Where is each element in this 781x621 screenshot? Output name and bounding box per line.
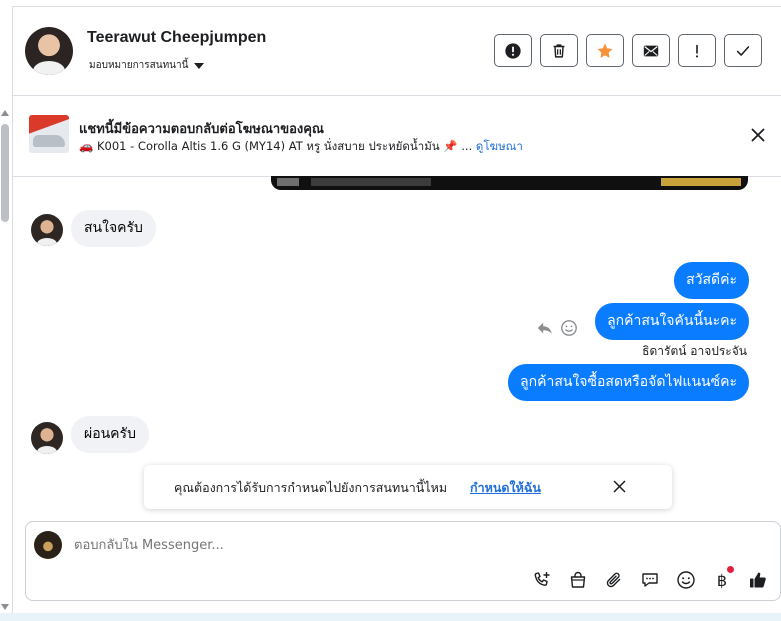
reply-input[interactable] — [74, 538, 474, 553]
envelope-icon — [643, 45, 659, 56]
like-button[interactable] — [746, 568, 770, 592]
shop-button[interactable] — [566, 568, 590, 592]
assign-conversation-label: มอบหมายการสนทนานี้ — [89, 60, 189, 71]
alert-circle-icon — [505, 42, 521, 59]
emoji-button[interactable] — [674, 568, 698, 592]
delete-button[interactable] — [540, 34, 578, 67]
mark-done-button[interactable] — [724, 34, 762, 67]
composer-toolbar: ฿ — [530, 566, 770, 592]
window-bottom-strip — [0, 613, 781, 621]
image-contact-strip — [311, 178, 431, 186]
incoming-message[interactable]: สนใจครับ — [71, 210, 156, 247]
ad-thumbnail[interactable] — [29, 115, 69, 153]
scrollbar-thumb[interactable] — [1, 124, 9, 222]
shopping-bag-icon — [570, 571, 586, 588]
assign-conversation-dropdown[interactable]: มอบหมายการสนทนานี้ — [89, 58, 205, 73]
ad-banner-subtitle: 🚗 K001 - Corolla Altis 1.6 G (MY14) AT ห… — [79, 138, 523, 156]
assign-conversation-prompt: คุณต้องการได้รับการกำหนดไปยังการสนทนานี้… — [144, 465, 672, 509]
report-spam-button[interactable] — [494, 34, 532, 67]
outgoing-message[interactable]: สวัสดีค่ะ — [674, 262, 749, 299]
saved-reply-icon — [642, 573, 658, 587]
baht-icon: ฿ — [716, 570, 728, 590]
notification-dot — [727, 566, 734, 573]
ad-banner-title: แชทนี้มีข้อความตอบกลับต่อโฆษณาของคุณ — [79, 122, 324, 137]
contact-avatar-small[interactable] — [31, 214, 63, 246]
reply-icon[interactable] — [536, 319, 554, 337]
sender-name: ธิดารัตน์ อาจประจัน — [642, 344, 747, 358]
trash-icon — [553, 43, 565, 58]
ad-description: 🚗 K001 - Corolla Altis 1.6 G (MY14) AT ห… — [79, 139, 473, 153]
view-ad-link[interactable]: ดูโฆษณา — [476, 139, 523, 153]
star-button[interactable] — [586, 34, 624, 67]
payment-button[interactable]: ฿ — [710, 566, 734, 592]
header-actions — [494, 34, 762, 67]
conversation-header: Teerawut Cheepjumpen มอบหมายการสนทนานี้ — [13, 7, 781, 96]
paperclip-icon — [606, 572, 621, 588]
incoming-message[interactable]: ผ่อนครับ — [71, 416, 149, 453]
star-icon — [597, 43, 613, 58]
close-icon[interactable] — [613, 480, 626, 493]
contact-name[interactable]: Teerawut Cheepjumpen — [87, 29, 266, 47]
reply-composer: ฿ — [25, 521, 781, 601]
assign-prompt-text: คุณต้องการได้รับการกำหนดไปยังการสนทนานี้… — [174, 480, 448, 495]
attach-button[interactable] — [602, 568, 626, 592]
check-icon — [736, 45, 750, 56]
mark-unread-button[interactable] — [632, 34, 670, 67]
outgoing-message[interactable]: ลูกค้าสนใจซื้อสดหรือจัดไฟแนนซ์คะ — [508, 364, 749, 401]
scroll-down-arrow[interactable] — [1, 604, 9, 610]
image-logo-strip — [661, 178, 741, 186]
assign-to-me-link[interactable]: กำหนดให้ฉัน — [470, 478, 541, 498]
ad-reply-banner: แชทนี้มีข้อความตอบกลับต่อโฆษณาของคุณ 🚗 K… — [13, 96, 781, 177]
thumbs-up-icon — [750, 572, 766, 588]
outgoing-message[interactable]: ลูกค้าสนใจคันนี้นะคะ — [595, 303, 749, 340]
scroll-up-arrow[interactable] — [1, 110, 9, 116]
page-avatar — [34, 531, 62, 559]
contact-avatar-small[interactable] — [31, 422, 63, 454]
emoji-icon — [677, 571, 695, 589]
exclamation-icon — [695, 44, 699, 57]
contact-avatar[interactable] — [25, 27, 73, 75]
emoji-reaction-icon[interactable] — [560, 319, 578, 337]
follow-up-button[interactable] — [678, 34, 716, 67]
call-button[interactable] — [530, 568, 554, 592]
image-qr-code — [277, 178, 299, 186]
message-actions — [536, 319, 578, 337]
saved-replies-button[interactable] — [638, 568, 662, 592]
caret-down-icon — [194, 62, 205, 69]
phone-plus-icon — [534, 572, 550, 586]
shared-image[interactable] — [271, 176, 748, 190]
close-icon[interactable] — [751, 128, 765, 142]
